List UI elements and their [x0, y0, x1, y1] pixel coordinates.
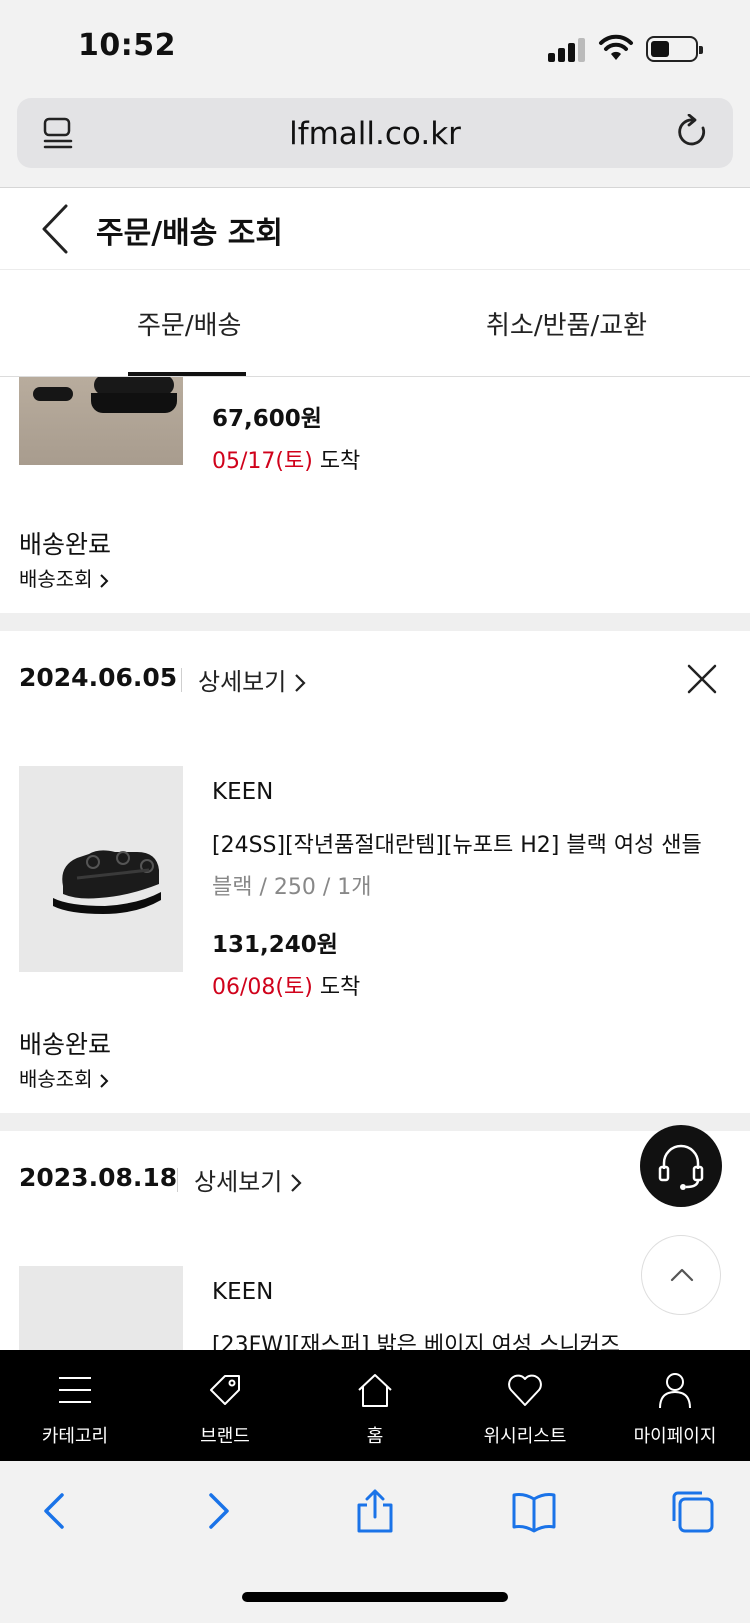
- chevron-right-icon: [291, 1174, 302, 1192]
- product-name[interactable]: [24SS][작년품절대란템][뉴포트 H2] 블랙 여성 샌들: [212, 827, 702, 859]
- product-info: KEEN [24SS][작년품절대란템][뉴포트 H2] 블랙 여성 샌들 블랙…: [212, 779, 702, 1001]
- product-brand: KEEN: [212, 1279, 274, 1305]
- bottom-nav: 카테고리 브랜드 홈 위시리스트 마이페이지: [0, 1350, 750, 1461]
- product-image[interactable]: [19, 1266, 183, 1350]
- arrival-date: 06/08(토): [212, 975, 313, 1000]
- scroll-to-top-button[interactable]: [641, 1235, 721, 1315]
- delivery-status: 배송완료: [19, 530, 112, 559]
- product-info: 67,600원 05/17(토) 도착: [212, 399, 360, 475]
- chevron-right-icon: [295, 674, 306, 692]
- address-bar[interactable]: lfmall.co.kr: [17, 98, 733, 168]
- nav-label: 브랜드: [200, 1426, 250, 1447]
- headset-icon: [658, 1144, 704, 1190]
- chevron-up-icon: [670, 1268, 694, 1282]
- tab-cancel-return-exchange[interactable]: 취소/반품/교환: [486, 305, 647, 342]
- browser-toolbar: lfmall.co.kr: [0, 96, 750, 188]
- delivery-status: 배송완료: [19, 1030, 112, 1059]
- customer-service-button[interactable]: [640, 1125, 722, 1207]
- product-price: 131,240원: [212, 932, 338, 958]
- browser-back-icon[interactable]: [32, 1487, 80, 1535]
- browser-forward-icon[interactable]: [193, 1487, 241, 1535]
- close-icon[interactable]: [686, 663, 718, 695]
- cellular-signal-icon: [548, 36, 586, 62]
- order-date: 2023.08.18: [19, 1163, 178, 1192]
- nav-label: 카테고리: [41, 1426, 109, 1447]
- section-divider: [0, 613, 750, 631]
- arrival-info: 06/08(토) 도착: [212, 969, 702, 1001]
- nav-label: 위시리스트: [483, 1426, 567, 1447]
- track-label: 배송조회: [19, 567, 93, 591]
- nav-category[interactable]: 카테고리: [0, 1350, 150, 1461]
- home-indicator: [242, 1592, 508, 1602]
- back-arrow-icon[interactable]: [36, 202, 72, 256]
- product-name[interactable]: [23FW][재스퍼] 밝은 베이지 여성 스니커즈: [212, 1327, 620, 1350]
- product-image[interactable]: [19, 766, 183, 972]
- battery-icon: [646, 36, 703, 62]
- product-price: 67,600원: [212, 406, 322, 432]
- clock: 10:52: [78, 28, 176, 63]
- nav-wishlist[interactable]: 위시리스트: [450, 1350, 600, 1461]
- nav-mypage[interactable]: 마이페이지: [600, 1350, 750, 1461]
- view-details-label: 상세보기: [198, 668, 287, 696]
- browser-bottom-toolbar: [0, 1461, 750, 1623]
- chevron-right-icon: [99, 1073, 109, 1088]
- divider: [181, 668, 182, 692]
- product-brand: KEEN: [212, 779, 274, 805]
- nav-brand[interactable]: 브랜드: [150, 1350, 300, 1461]
- product-options: 블랙 / 250 / 1개: [212, 875, 372, 900]
- tabs-icon[interactable]: [668, 1487, 716, 1535]
- bookmarks-icon[interactable]: [510, 1487, 558, 1535]
- arrival-suffix: 도착: [319, 449, 361, 474]
- sandal-image: [53, 850, 161, 914]
- nav-label: 홈: [366, 1426, 384, 1447]
- heart-icon: [508, 1374, 542, 1406]
- arrival-info: 05/17(토) 도착: [212, 443, 360, 475]
- active-tab-indicator: [128, 372, 246, 376]
- person-icon: [659, 1373, 691, 1409]
- url-text[interactable]: lfmall.co.kr: [17, 116, 733, 152]
- track-delivery-link[interactable]: 배송조회: [19, 563, 109, 592]
- menu-icon: [59, 1377, 91, 1403]
- track-label: 배송조회: [19, 1067, 93, 1091]
- page-header: 주문/배송 조회: [0, 188, 750, 270]
- track-delivery-link[interactable]: 배송조회: [19, 1063, 109, 1092]
- order-date: 2024.06.05: [19, 663, 178, 692]
- tab-orders[interactable]: 주문/배송: [137, 305, 241, 342]
- view-details-link[interactable]: 상세보기: [198, 662, 306, 697]
- order-list[interactable]: 67,600원 05/17(토) 도착 배송완료 배송조회 2024.06.05…: [0, 377, 750, 1350]
- chevron-right-icon: [99, 573, 109, 588]
- nav-home[interactable]: 홈: [300, 1350, 450, 1461]
- product-info: KEEN [23FW][재스퍼] 밝은 베이지 여성 스니커즈: [212, 1279, 620, 1350]
- section-divider: [0, 1113, 750, 1131]
- arrival-date: 05/17(토): [212, 449, 313, 474]
- share-icon[interactable]: [351, 1487, 399, 1535]
- status-bar: 10:52: [0, 0, 750, 96]
- view-details-link[interactable]: 상세보기: [194, 1162, 302, 1197]
- divider: [177, 1168, 178, 1192]
- arrival-suffix: 도착: [319, 975, 361, 1000]
- page-title: 주문/배송 조회: [96, 216, 284, 251]
- order-tabs: 주문/배송 취소/반품/교환: [0, 271, 750, 377]
- wifi-icon: [599, 34, 633, 60]
- view-details-label: 상세보기: [194, 1168, 283, 1196]
- home-icon: [358, 1374, 392, 1407]
- nav-label: 마이페이지: [633, 1426, 717, 1447]
- tag-icon: [210, 1375, 240, 1405]
- product-image[interactable]: [19, 377, 183, 465]
- reload-icon[interactable]: [675, 114, 711, 150]
